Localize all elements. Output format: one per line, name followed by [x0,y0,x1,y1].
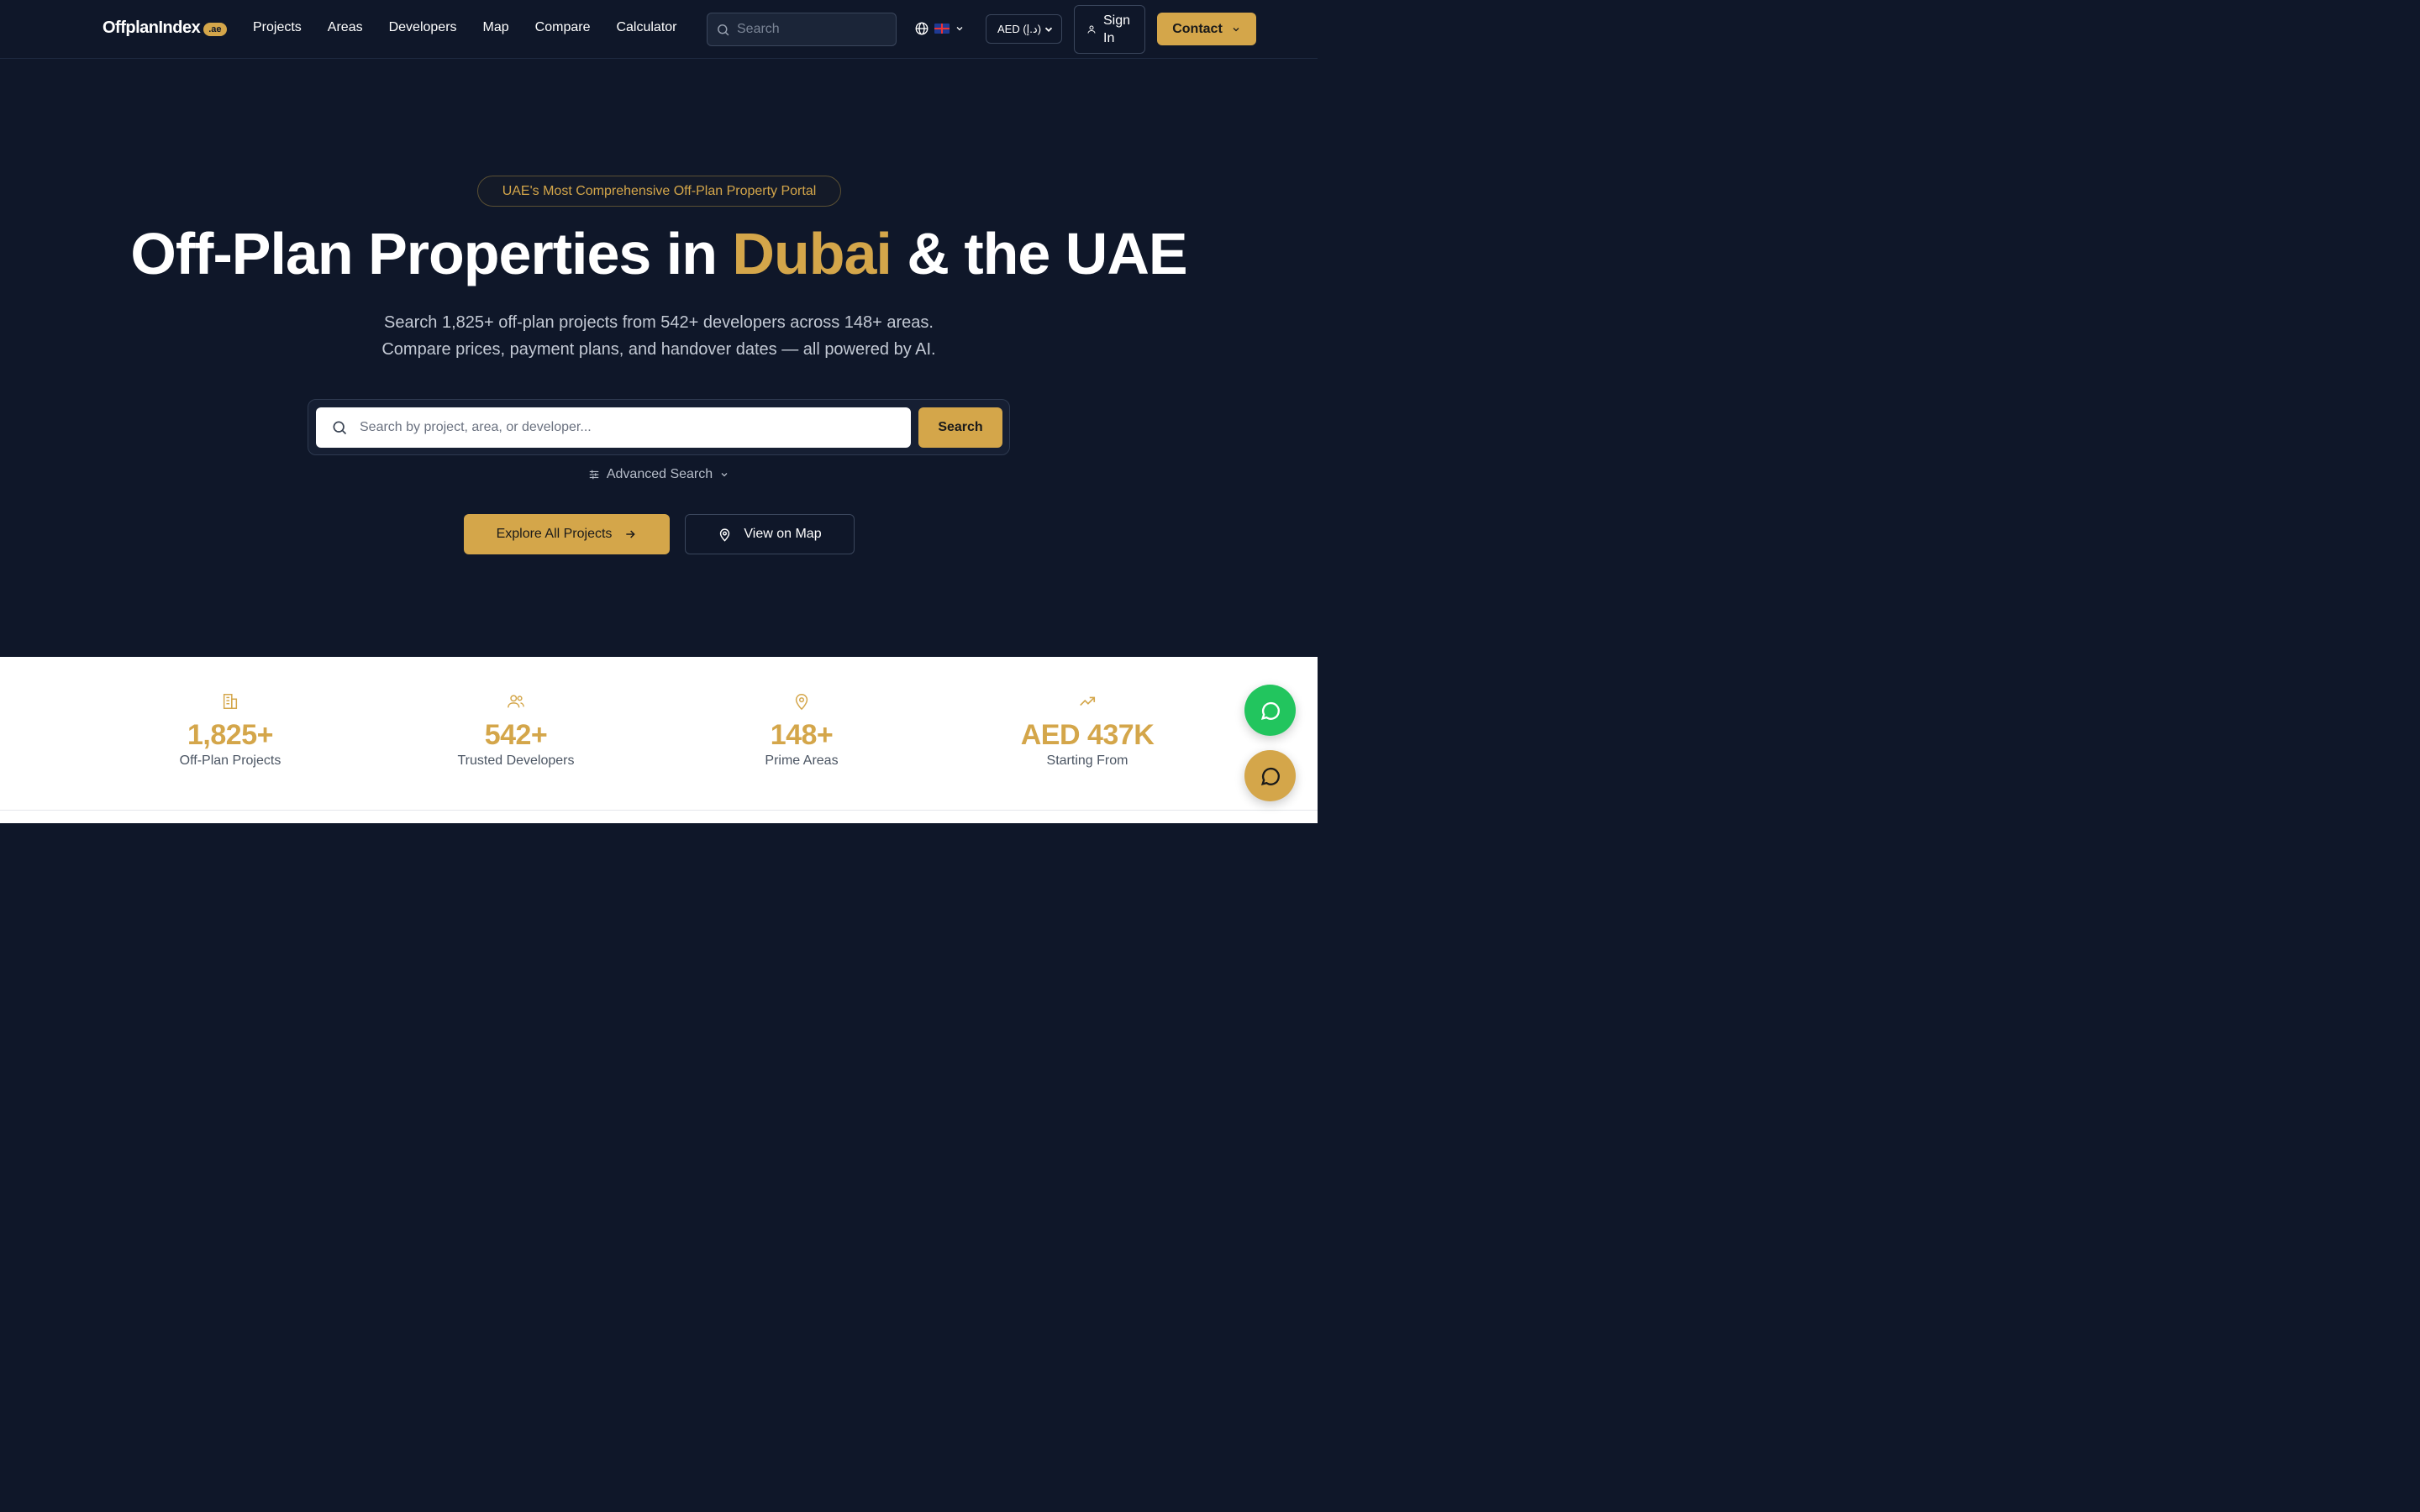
stat-label: Starting From [1046,753,1128,768]
building-icon [223,694,238,709]
nav-link-developers[interactable]: Developers [389,20,457,35]
chat-button[interactable] [1244,750,1296,801]
stat-value: 148+ [770,719,834,751]
stat-projects: 1,825+ Off-Plan Projects [104,692,356,769]
logo-text: OffplanIndex [103,18,201,37]
hero-subtitle-line-1: Search 1,825+ off-plan projects from 542… [384,313,934,332]
advanced-search-label: Advanced Search [606,467,713,481]
stat-value: 542+ [484,719,548,751]
users-icon [508,695,524,708]
nav-search-box [707,13,897,46]
chevron-down-icon [956,27,963,31]
hero-title-accent: Dubai [732,221,892,286]
chat-bubble-icon [1260,767,1280,785]
stat-label: Prime Areas [765,753,839,768]
stat-label: Trusted Developers [457,753,575,768]
nav-link-projects[interactable]: Projects [253,20,302,35]
stat-areas: 148+ Prime Areas [676,692,928,769]
arrow-right-icon [626,530,636,538]
hero-title: Off-Plan Properties in Dubai & the UAE [0,220,1318,287]
map-pin-icon [720,528,730,542]
language-selector[interactable] [914,21,965,36]
whatsapp-icon [1260,701,1280,720]
currency-select[interactable]: AED (د.إ) [986,14,1062,44]
stat-developers: 542+ Trusted Developers [390,692,642,769]
hero-title-pre: Off-Plan Properties in [130,221,733,286]
explore-all-projects-button[interactable]: Explore All Projects [464,514,670,554]
hero-subtitle-line-2: Compare prices, payment plans, and hando… [381,340,936,359]
top-nav: OffplanIndex .ae Projects Areas Develope… [0,0,1318,59]
stat-starting-price: AED 437K Starting From [961,692,1213,769]
user-icon [1087,25,1096,34]
hero-search-field [316,407,911,448]
hero-title-post: & the UAE [891,221,1187,286]
chevron-down-icon [1044,27,1053,32]
logo-badge: .ae [203,23,227,36]
site-logo[interactable]: OffplanIndex .ae [103,18,227,38]
currency-value: AED (د.إ) [997,22,1042,35]
view-on-map-label: View on Map [744,527,822,541]
advanced-search-toggle[interactable]: Advanced Search [0,467,1318,482]
stat-value: 1,825+ [187,719,273,751]
nav-search-input[interactable] [737,22,880,37]
explore-label: Explore All Projects [496,527,613,541]
chevron-down-icon [1233,27,1239,31]
sign-in-label: Sign In [1103,13,1131,45]
contact-label: Contact [1172,21,1223,36]
stat-value: AED 437K [1020,719,1155,751]
search-icon [333,421,347,435]
trending-up-icon [1080,696,1096,706]
hero-tagline-pill: UAE's Most Comprehensive Off-Plan Proper… [477,176,841,207]
chevron-down-icon [721,473,728,477]
whatsapp-button[interactable] [1244,685,1296,736]
section-divider [0,810,1318,811]
view-on-map-button[interactable]: View on Map [685,514,855,554]
stat-label: Off-Plan Projects [179,753,281,768]
stats-section: 1,825+ Off-Plan Projects 542+ Trusted De… [0,657,1318,823]
hero-search-bar: Search [308,399,1010,455]
sign-in-button[interactable]: Sign In [1074,5,1145,54]
search-icon [718,24,729,35]
map-pin-icon [795,694,808,711]
nav-link-map[interactable]: Map [483,20,509,35]
nav-links: Projects Areas Developers Map Compare Ca… [253,20,703,35]
nav-link-compare[interactable]: Compare [535,20,591,35]
hero-search-input[interactable] [360,420,897,435]
hero-subtitle: Search 1,825+ off-plan projects from 542… [0,309,1318,363]
hero-search-button[interactable]: Search [918,407,1002,448]
nav-link-calculator[interactable]: Calculator [616,20,676,35]
sliders-icon [589,470,599,480]
nav-link-areas[interactable]: Areas [328,20,363,35]
uk-flag-icon [934,24,950,34]
globe-icon [915,22,929,35]
contact-button[interactable]: Contact [1157,13,1256,45]
